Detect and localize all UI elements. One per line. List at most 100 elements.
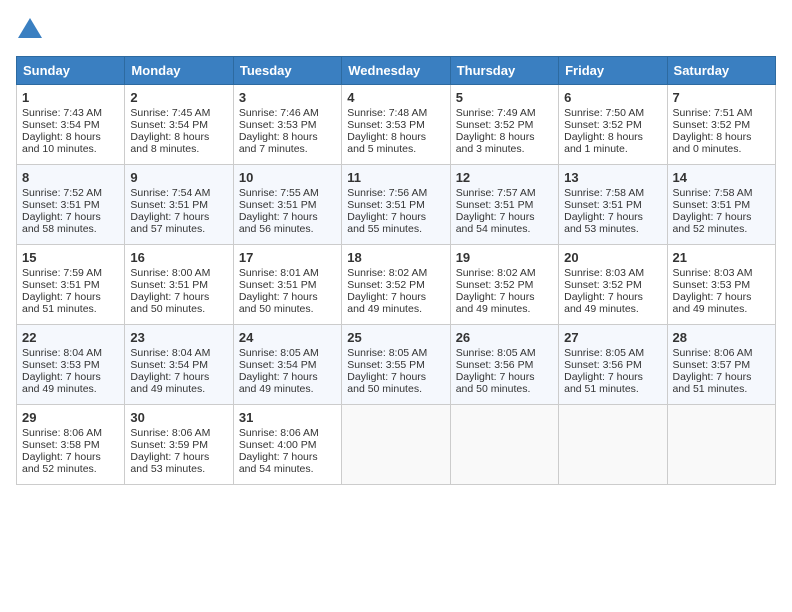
sunrise-text: Sunrise: 8:06 AM	[673, 347, 753, 359]
daylight-text: Daylight: 8 hours and 8 minutes.	[130, 131, 209, 155]
sunrise-text: Sunrise: 7:58 AM	[673, 187, 753, 199]
calendar-cell: 28Sunrise: 8:06 AMSunset: 3:57 PMDayligh…	[667, 325, 775, 405]
daylight-text: Daylight: 7 hours and 49 minutes.	[456, 291, 535, 315]
day-number: 24	[239, 330, 336, 345]
sunrise-text: Sunrise: 8:02 AM	[347, 267, 427, 279]
calendar-cell: 20Sunrise: 8:03 AMSunset: 3:52 PMDayligh…	[559, 245, 667, 325]
sunrise-text: Sunrise: 8:00 AM	[130, 267, 210, 279]
day-number: 18	[347, 250, 444, 265]
day-number: 23	[130, 330, 227, 345]
calendar-cell: 18Sunrise: 8:02 AMSunset: 3:52 PMDayligh…	[342, 245, 450, 325]
sunset-text: Sunset: 3:52 PM	[347, 279, 425, 291]
daylight-text: Daylight: 7 hours and 50 minutes.	[347, 371, 426, 395]
weekday-header-row: SundayMondayTuesdayWednesdayThursdayFrid…	[17, 57, 776, 85]
daylight-text: Daylight: 8 hours and 5 minutes.	[347, 131, 426, 155]
sunrise-text: Sunrise: 7:49 AM	[456, 107, 536, 119]
sunrise-text: Sunrise: 8:03 AM	[673, 267, 753, 279]
sunrise-text: Sunrise: 8:05 AM	[347, 347, 427, 359]
sunrise-text: Sunrise: 7:46 AM	[239, 107, 319, 119]
weekday-header-tuesday: Tuesday	[233, 57, 341, 85]
daylight-text: Daylight: 7 hours and 58 minutes.	[22, 211, 101, 235]
sunset-text: Sunset: 3:53 PM	[239, 119, 317, 131]
calendar-cell: 22Sunrise: 8:04 AMSunset: 3:53 PMDayligh…	[17, 325, 125, 405]
logo-icon	[16, 16, 44, 44]
sunset-text: Sunset: 3:54 PM	[130, 359, 208, 371]
daylight-text: Daylight: 8 hours and 1 minute.	[564, 131, 643, 155]
sunset-text: Sunset: 3:55 PM	[347, 359, 425, 371]
day-number: 10	[239, 170, 336, 185]
weekday-header-saturday: Saturday	[667, 57, 775, 85]
sunset-text: Sunset: 3:56 PM	[456, 359, 534, 371]
sunset-text: Sunset: 3:51 PM	[239, 279, 317, 291]
daylight-text: Daylight: 7 hours and 49 minutes.	[22, 371, 101, 395]
sunrise-text: Sunrise: 7:54 AM	[130, 187, 210, 199]
sunset-text: Sunset: 3:51 PM	[130, 199, 208, 211]
daylight-text: Daylight: 8 hours and 0 minutes.	[673, 131, 752, 155]
daylight-text: Daylight: 8 hours and 10 minutes.	[22, 131, 101, 155]
calendar-week-5: 29Sunrise: 8:06 AMSunset: 3:58 PMDayligh…	[17, 405, 776, 485]
sunset-text: Sunset: 3:52 PM	[564, 279, 642, 291]
calendar-cell: 16Sunrise: 8:00 AMSunset: 3:51 PMDayligh…	[125, 245, 233, 325]
daylight-text: Daylight: 7 hours and 53 minutes.	[130, 451, 209, 475]
sunrise-text: Sunrise: 8:02 AM	[456, 267, 536, 279]
daylight-text: Daylight: 7 hours and 51 minutes.	[673, 371, 752, 395]
sunrise-text: Sunrise: 8:05 AM	[564, 347, 644, 359]
daylight-text: Daylight: 7 hours and 49 minutes.	[673, 291, 752, 315]
calendar-week-3: 15Sunrise: 7:59 AMSunset: 3:51 PMDayligh…	[17, 245, 776, 325]
weekday-header-sunday: Sunday	[17, 57, 125, 85]
day-number: 14	[673, 170, 770, 185]
day-number: 2	[130, 90, 227, 105]
sunrise-text: Sunrise: 7:48 AM	[347, 107, 427, 119]
sunrise-text: Sunrise: 8:05 AM	[456, 347, 536, 359]
sunset-text: Sunset: 3:51 PM	[347, 199, 425, 211]
calendar-cell: 8 Sunrise: 7:52 AMSunset: 3:51 PMDaylight…	[17, 165, 125, 245]
calendar-cell: 30Sunrise: 8:06 AMSunset: 3:59 PMDayligh…	[125, 405, 233, 485]
calendar-cell	[450, 405, 558, 485]
calendar-cell: 9Sunrise: 7:54 AMSunset: 3:51 PMDaylight…	[125, 165, 233, 245]
sunrise-text: Sunrise: 8:06 AM	[22, 427, 102, 439]
calendar-week-4: 22Sunrise: 8:04 AMSunset: 3:53 PMDayligh…	[17, 325, 776, 405]
calendar-cell: 15Sunrise: 7:59 AMSunset: 3:51 PMDayligh…	[17, 245, 125, 325]
sunset-text: Sunset: 3:51 PM	[456, 199, 534, 211]
calendar-cell: 11Sunrise: 7:56 AMSunset: 3:51 PMDayligh…	[342, 165, 450, 245]
calendar-week-2: 8Sunrise: 7:52 AMSunset: 3:51 PMDaylight…	[17, 165, 776, 245]
day-number: 12	[456, 170, 553, 185]
calendar-cell	[342, 405, 450, 485]
calendar-cell: 26Sunrise: 8:05 AMSunset: 3:56 PMDayligh…	[450, 325, 558, 405]
day-number: 8	[22, 170, 119, 185]
day-number: 4	[347, 90, 444, 105]
calendar-cell: 19Sunrise: 8:02 AMSunset: 3:52 PMDayligh…	[450, 245, 558, 325]
day-number: 20	[564, 250, 661, 265]
sunrise-text: Sunrise: 7:52 AM	[22, 187, 102, 199]
calendar-table: SundayMondayTuesdayWednesdayThursdayFrid…	[16, 56, 776, 485]
sunrise-text: Sunrise: 8:06 AM	[239, 427, 319, 439]
sunrise-text: Sunrise: 7:45 AM	[130, 107, 210, 119]
calendar-cell: 13Sunrise: 7:58 AMSunset: 3:51 PMDayligh…	[559, 165, 667, 245]
sunrise-text: Sunrise: 8:01 AM	[239, 267, 319, 279]
sunset-text: Sunset: 3:51 PM	[22, 199, 100, 211]
calendar-cell: 2Sunrise: 7:45 AMSunset: 3:54 PMDaylight…	[125, 85, 233, 165]
sunset-text: Sunset: 3:53 PM	[673, 279, 751, 291]
calendar-cell: 12Sunrise: 7:57 AMSunset: 3:51 PMDayligh…	[450, 165, 558, 245]
daylight-text: Daylight: 7 hours and 50 minutes.	[239, 291, 318, 315]
weekday-header-monday: Monday	[125, 57, 233, 85]
sunrise-text: Sunrise: 8:03 AM	[564, 267, 644, 279]
sunset-text: Sunset: 3:51 PM	[239, 199, 317, 211]
day-number: 15	[22, 250, 119, 265]
daylight-text: Daylight: 8 hours and 7 minutes.	[239, 131, 318, 155]
calendar-cell: 21Sunrise: 8:03 AMSunset: 3:53 PMDayligh…	[667, 245, 775, 325]
calendar-cell: 25Sunrise: 8:05 AMSunset: 3:55 PMDayligh…	[342, 325, 450, 405]
day-number: 29	[22, 410, 119, 425]
day-number: 17	[239, 250, 336, 265]
daylight-text: Daylight: 7 hours and 54 minutes.	[456, 211, 535, 235]
calendar-cell: 23Sunrise: 8:04 AMSunset: 3:54 PMDayligh…	[125, 325, 233, 405]
daylight-text: Daylight: 7 hours and 51 minutes.	[22, 291, 101, 315]
calendar-cell: 3Sunrise: 7:46 AMSunset: 3:53 PMDaylight…	[233, 85, 341, 165]
calendar-cell: 24Sunrise: 8:05 AMSunset: 3:54 PMDayligh…	[233, 325, 341, 405]
daylight-text: Daylight: 7 hours and 52 minutes.	[22, 451, 101, 475]
day-number: 5	[456, 90, 553, 105]
sunrise-text: Sunrise: 8:06 AM	[130, 427, 210, 439]
day-number: 19	[456, 250, 553, 265]
day-number: 22	[22, 330, 119, 345]
sunrise-text: Sunrise: 7:58 AM	[564, 187, 644, 199]
